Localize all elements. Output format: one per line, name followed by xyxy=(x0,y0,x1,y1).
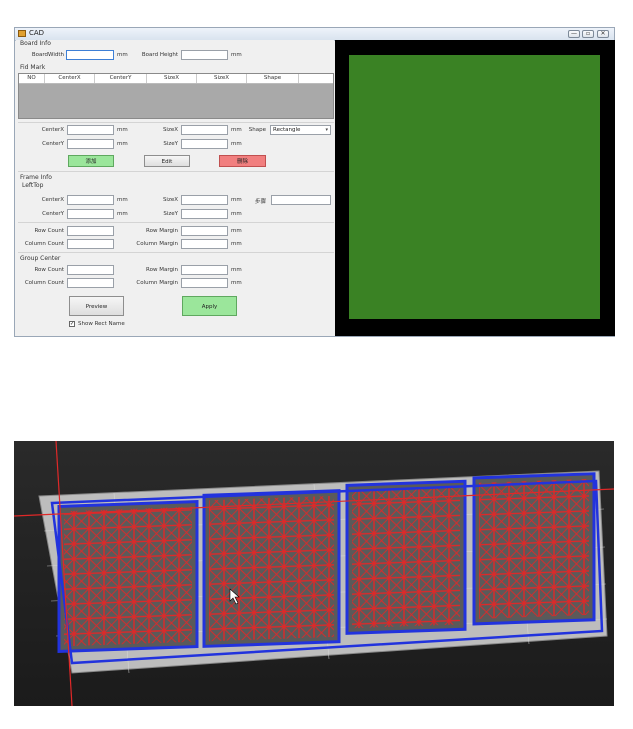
frame-column-count-input[interactable] xyxy=(67,239,114,249)
group-column-margin-unit: mm xyxy=(231,280,242,286)
frame-centery-label: CenterY xyxy=(42,211,64,217)
frame-sizex-unit: mm xyxy=(231,197,242,203)
frame-centerx-label: CenterX xyxy=(41,197,64,203)
frame-sizex-label: SizeX xyxy=(162,197,178,203)
group-row-margin-unit: mm xyxy=(231,267,242,273)
fid-centerx-input[interactable] xyxy=(67,125,114,135)
group-column-margin-input[interactable] xyxy=(181,278,228,288)
board-height-label: Board Height xyxy=(141,52,178,58)
frame-sizey-unit: mm xyxy=(231,211,242,217)
section-divider xyxy=(18,252,334,253)
frame-column-margin-label: Column Margin xyxy=(136,241,178,247)
lefttop-label: LeftTop xyxy=(22,182,44,189)
column-header[interactable]: CenterX xyxy=(45,74,95,83)
tray-photo-image xyxy=(14,441,614,706)
fid-mark-section-label: Fid Mark xyxy=(20,64,46,71)
group-column-count-input[interactable] xyxy=(67,278,114,288)
column-header[interactable]: Shape xyxy=(247,74,299,83)
fid-sizey-label: SizeY xyxy=(163,141,178,147)
preview-canvas[interactable] xyxy=(335,40,615,336)
fid-sizey-unit: mm xyxy=(231,141,242,147)
frame-info-section-label: Frame Info xyxy=(20,174,52,181)
fid-centery-input[interactable] xyxy=(67,139,114,149)
step-input[interactable] xyxy=(271,195,331,205)
fid-sizex-label: SizeX xyxy=(162,127,178,133)
cad-window: CAD — ▫ ✕ Board Info BoardWidth mm Board… xyxy=(14,27,615,337)
frame-row-count-input[interactable] xyxy=(67,226,114,236)
fid-mark-table-header: NO CenterX CenterY SizeX SizeX Shape xyxy=(19,74,333,84)
board-height-input[interactable] xyxy=(181,50,228,60)
frame-sizey-input[interactable] xyxy=(181,209,228,219)
section-divider xyxy=(18,171,334,172)
fid-mark-table[interactable]: NO CenterX CenterY SizeX SizeX Shape xyxy=(18,73,334,119)
frame-row-margin-label: Row Margin xyxy=(146,228,178,234)
board-preview xyxy=(349,55,600,319)
group-column-count-label: Column Count xyxy=(24,280,64,286)
group-center-section-label: Group Center xyxy=(20,255,61,262)
frame-centery-unit: mm xyxy=(117,211,128,217)
window-title: CAD xyxy=(29,29,45,37)
fid-sizex-unit: mm xyxy=(231,127,242,133)
fid-shape-select[interactable]: Rectangle ▾ xyxy=(270,125,331,135)
group-row-count-label: Row Count xyxy=(34,267,64,273)
frame-row-margin-input[interactable] xyxy=(181,226,228,236)
group-row-margin-label: Row Margin xyxy=(146,267,178,273)
app-icon xyxy=(18,30,26,37)
frame-centerx-input[interactable] xyxy=(67,195,114,205)
show-rect-name-checkbox[interactable]: ✓ xyxy=(69,321,75,327)
column-header[interactable]: SizeX xyxy=(197,74,247,83)
board-width-input[interactable] xyxy=(66,50,114,60)
frame-column-count-label: Column Count xyxy=(24,241,64,247)
board-width-label: BoardWidth xyxy=(31,52,64,58)
delete-button[interactable]: 删除 xyxy=(219,155,266,167)
group-column-margin-label: Column Margin xyxy=(136,280,178,286)
frame-row-margin-unit: mm xyxy=(231,228,242,234)
chevron-down-icon: ▾ xyxy=(325,127,328,133)
edit-button[interactable]: Edit xyxy=(144,155,190,167)
close-button[interactable]: ✕ xyxy=(597,30,609,38)
fid-shape-value: Rectangle xyxy=(273,127,301,133)
board-height-unit: mm xyxy=(231,52,242,58)
settings-panel: Board Info BoardWidth mm Board Height mm… xyxy=(16,40,334,336)
frame-centery-input[interactable] xyxy=(67,209,114,219)
board-width-unit: mm xyxy=(117,52,128,58)
add-button[interactable]: 添加 xyxy=(68,155,114,167)
group-row-count-input[interactable] xyxy=(67,265,114,275)
section-divider xyxy=(18,122,334,123)
fid-centery-unit: mm xyxy=(117,141,128,147)
fid-centerx-unit: mm xyxy=(117,127,128,133)
show-rect-name-label: Show Rect Name xyxy=(78,321,125,327)
frame-centerx-unit: mm xyxy=(117,197,128,203)
fid-centerx-label: CenterX xyxy=(41,127,64,133)
frame-column-margin-unit: mm xyxy=(231,241,242,247)
frame-sizey-label: SizeY xyxy=(163,211,178,217)
fid-shape-label: Shape xyxy=(248,127,266,133)
fid-centery-label: CenterY xyxy=(42,141,64,147)
camera-photo xyxy=(14,441,614,706)
fid-sizey-input[interactable] xyxy=(181,139,228,149)
maximize-button[interactable]: ▫ xyxy=(582,30,594,38)
frame-column-margin-input[interactable] xyxy=(181,239,228,249)
minimize-button[interactable]: — xyxy=(568,30,580,38)
column-header[interactable]: NO xyxy=(19,74,45,83)
board-info-section-label: Board Info xyxy=(20,40,51,47)
group-row-margin-input[interactable] xyxy=(181,265,228,275)
section-divider xyxy=(18,222,334,223)
apply-button[interactable]: Apply xyxy=(182,296,237,316)
frame-sizex-input[interactable] xyxy=(181,195,228,205)
column-header[interactable]: SizeX xyxy=(147,74,197,83)
frame-row-count-label: Row Count xyxy=(34,228,64,234)
step-label: 步骤 xyxy=(254,199,266,205)
fid-sizex-input[interactable] xyxy=(181,125,228,135)
preview-button[interactable]: Preview xyxy=(69,296,124,316)
column-header[interactable]: CenterY xyxy=(95,74,147,83)
